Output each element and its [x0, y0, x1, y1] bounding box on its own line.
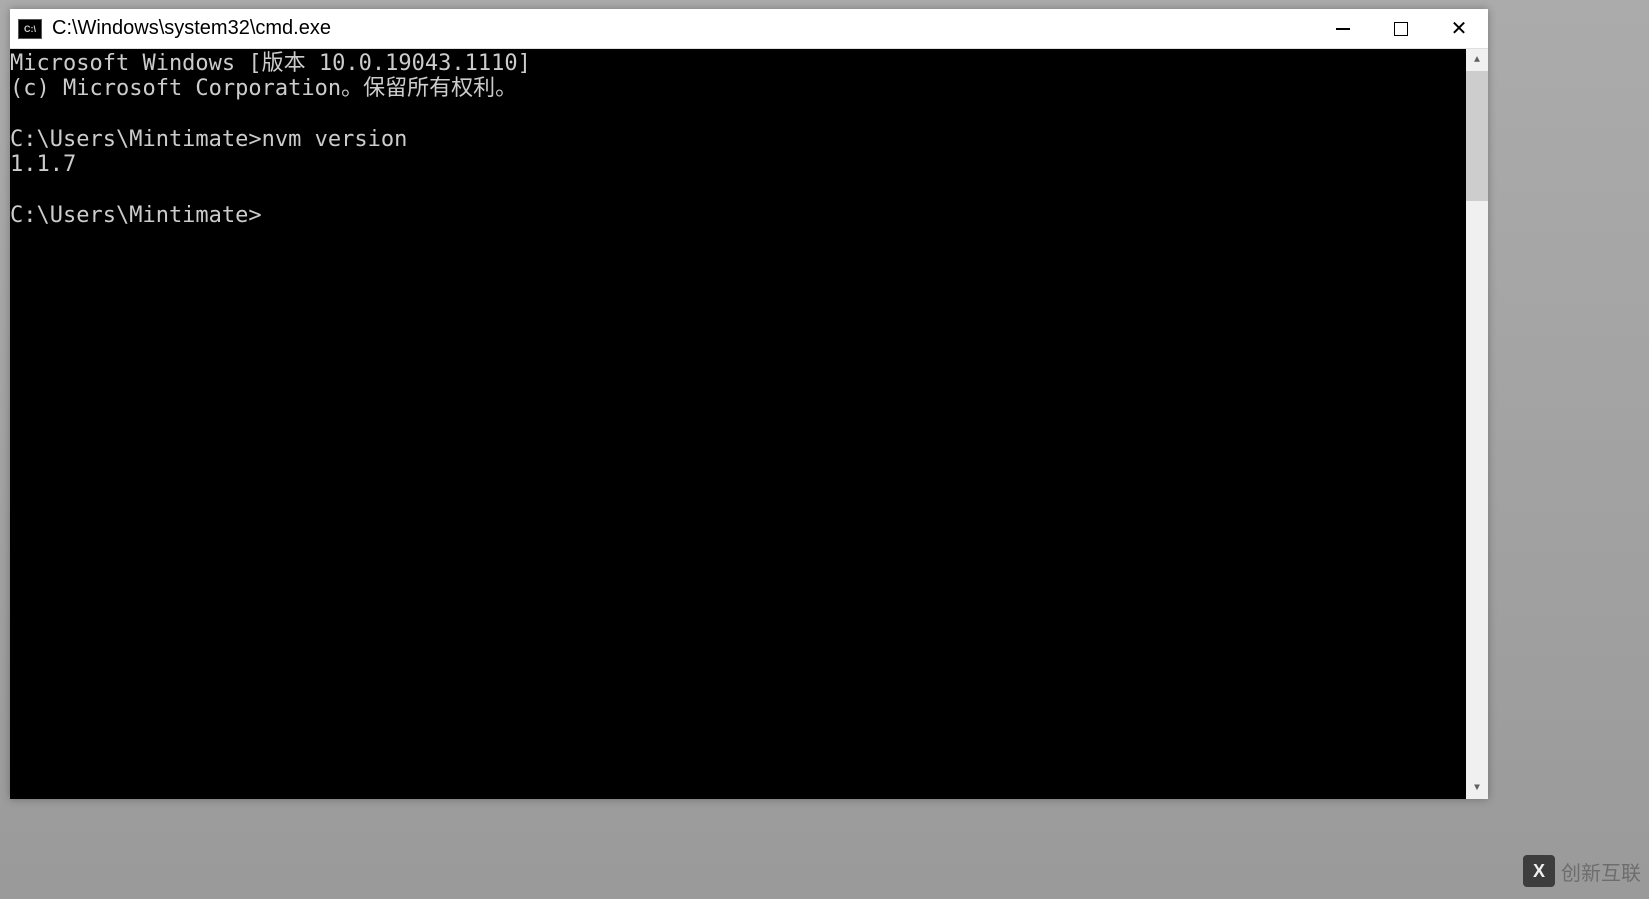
- maximize-button[interactable]: [1372, 9, 1430, 48]
- close-button[interactable]: ✕: [1430, 9, 1488, 48]
- terminal-output[interactable]: Microsoft Windows [版本 10.0.19043.1110] (…: [10, 49, 1466, 799]
- window-title: C:\Windows\system32\cmd.exe: [52, 17, 1314, 40]
- app-icon: C:\: [18, 19, 42, 39]
- minimize-button[interactable]: [1314, 9, 1372, 48]
- window-controls: ✕: [1314, 9, 1488, 48]
- title-bar[interactable]: C:\ C:\Windows\system32\cmd.exe ✕: [10, 9, 1488, 49]
- close-icon: ✕: [1451, 19, 1468, 39]
- minimize-icon: [1336, 28, 1350, 30]
- vertical-scrollbar[interactable]: ▲ ▼: [1466, 49, 1488, 799]
- watermark-brand: 创新互联: [1561, 857, 1641, 886]
- terminal-container: Microsoft Windows [版本 10.0.19043.1110] (…: [10, 49, 1488, 799]
- scroll-thumb[interactable]: [1466, 71, 1488, 201]
- maximize-icon: [1394, 22, 1408, 36]
- scroll-down-arrow-icon[interactable]: ▼: [1466, 777, 1488, 799]
- scroll-track[interactable]: [1466, 71, 1488, 777]
- watermark-logo-icon: X: [1523, 855, 1555, 887]
- scroll-up-arrow-icon[interactable]: ▲: [1466, 49, 1488, 71]
- watermark: X 创新互联: [1523, 855, 1641, 887]
- cmd-window: C:\ C:\Windows\system32\cmd.exe ✕ Micros…: [10, 9, 1488, 799]
